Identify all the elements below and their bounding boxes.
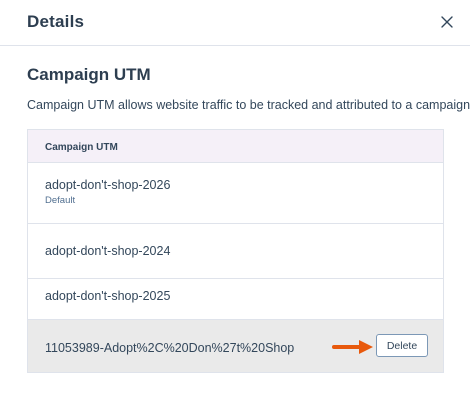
utm-value: adopt-don't-shop-2024 <box>45 244 171 258</box>
table-header: Campaign UTM <box>28 130 443 163</box>
default-label: Default <box>45 195 76 206</box>
close-icon <box>441 16 453 28</box>
details-panel: Details Campaign UTM Campaign UTM allows… <box>0 0 470 405</box>
section-description: Campaign UTM allows website traffic to b… <box>27 98 470 112</box>
section-title: Campaign UTM <box>27 65 151 84</box>
table-row-highlighted: 11053989-Adopt%2C%20Don%27t%20Shop Delet… <box>28 320 443 372</box>
delete-button[interactable]: Delete <box>376 334 428 357</box>
utm-table: Campaign UTM adopt-don't-shop-2026 Defau… <box>27 129 444 373</box>
utm-value: adopt-don't-shop-2025 <box>45 289 171 303</box>
utm-value: 11053989-Adopt%2C%20Don%27t%20Shop <box>45 341 295 355</box>
table-row: adopt-don't-shop-2025 <box>28 279 443 320</box>
arrow-right-icon <box>332 340 373 354</box>
table-row: adopt-don't-shop-2024 <box>28 224 443 279</box>
close-button[interactable] <box>436 11 458 33</box>
table-row: adopt-don't-shop-2026 Default <box>28 163 443 224</box>
utm-value: adopt-don't-shop-2026 <box>45 178 171 192</box>
column-header-campaign-utm: Campaign UTM <box>45 142 118 153</box>
panel-header: Details <box>0 0 470 46</box>
panel-title: Details <box>27 12 85 31</box>
